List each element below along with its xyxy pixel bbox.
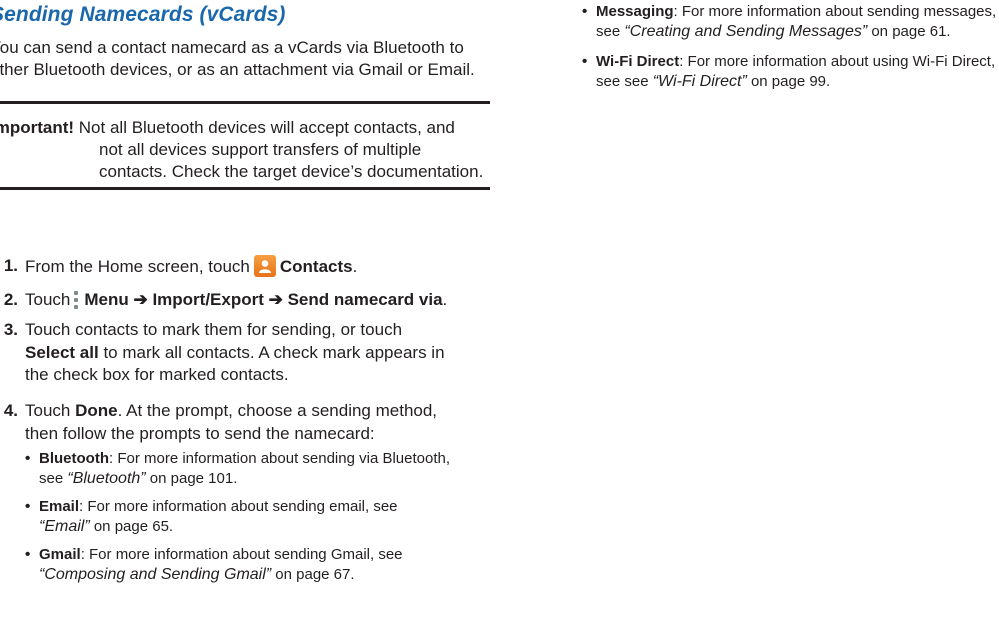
bullet-bold: Wi-Fi Direct xyxy=(596,53,680,70)
step-1: 1. From the Home screen, touch Contacts. xyxy=(4,255,485,289)
step-text-end: . xyxy=(442,290,448,309)
important-bottom-rule xyxy=(0,187,490,190)
step-bold: Contacts xyxy=(279,257,353,276)
bullet-page: on page 67. xyxy=(271,566,355,583)
step-text-end: then follow the prompts to send the name… xyxy=(25,423,375,443)
bullet-page: on page 65. xyxy=(89,518,174,535)
bullet-page: on page 61. xyxy=(867,23,951,40)
cross-reference-link[interactable]: “Creating and Sending Messages” xyxy=(624,23,867,40)
important-line-1: Important! Not all Bluetooth devices wil… xyxy=(0,117,490,139)
step-bold: Select all xyxy=(25,342,99,362)
step-text: Touch contacts to mark them for sending,… xyxy=(25,320,403,339)
bullet-dot: • xyxy=(582,53,588,70)
bullet-messaging: • Messaging: For more information about … xyxy=(582,2,999,42)
bullet-text: : For more information about sending ema… xyxy=(79,498,398,515)
step-4: 4. Touch Done. At the prompt, choose a s… xyxy=(4,400,485,585)
step-number: 3. xyxy=(3,320,18,339)
bullet-bold: Email xyxy=(39,498,80,515)
bullet-text: : For more information about using Wi-Fi… xyxy=(679,53,996,70)
step-number: 1. xyxy=(3,256,18,275)
bullet-dot: • xyxy=(25,546,31,563)
bullet-bold: Bluetooth xyxy=(39,450,109,467)
important-text-2: not all devices support transfers of mul… xyxy=(99,140,422,159)
step-3: 3. Touch contacts to mark them for sendi… xyxy=(4,319,485,400)
step-text: Touch xyxy=(25,401,71,420)
cross-reference-link[interactable]: “Composing and Sending Gmail” xyxy=(39,566,271,583)
bullet-see: see see xyxy=(596,73,649,90)
step-text: Touch xyxy=(25,290,71,309)
step-bold: Done xyxy=(75,401,118,420)
step-2: 2. Touch Menu ➔ Import/Export ➔ Send name… xyxy=(4,289,485,319)
bullet-see: see xyxy=(596,23,621,40)
step-text-cont: to mark all contacts. A check mark appea… xyxy=(98,342,445,362)
bullet-dot: • xyxy=(25,450,31,467)
important-text-1: Not all Bluetooth devices will accept co… xyxy=(78,118,455,137)
contacts-app-icon[interactable] xyxy=(253,255,276,277)
cross-reference-link[interactable]: “Wi-Fi Direct” xyxy=(653,73,747,90)
important-top-rule xyxy=(0,101,490,104)
cross-reference-link[interactable]: “Email” xyxy=(39,518,90,535)
bullet-page: on page 101. xyxy=(145,470,238,487)
intro-paragraph: You can send a contact namecard as a vCa… xyxy=(0,38,475,79)
sub-bullet-email: • Email: For more information about send… xyxy=(25,497,485,537)
bullet-dot: • xyxy=(25,498,31,515)
step-text: From the Home screen, touch xyxy=(25,257,250,276)
steps-list: 1. From the Home screen, touch Contacts . … xyxy=(4,255,485,585)
step-bold: Menu ➔ Import/Export ➔ Send namecard via xyxy=(84,290,443,309)
step-text-end: the check box for marked contacts. xyxy=(25,365,289,384)
bullet-bold: Gmail xyxy=(39,546,81,563)
important-label: Important! xyxy=(0,118,75,137)
right-column: • Messaging: For more information about … xyxy=(582,0,999,92)
step-text-end: . xyxy=(352,257,358,276)
bullet-bold: Messaging xyxy=(596,3,674,20)
sub-bullet-gmail: • Gmail: For more information about send… xyxy=(25,545,485,585)
section-heading: Sending Namecards (vCards) xyxy=(0,3,286,26)
bullet-text: : For more information about sending via… xyxy=(108,450,451,467)
bullet-wifi-direct: • Wi-Fi Direct: For more information abo… xyxy=(582,52,999,92)
bullet-dot: • xyxy=(582,3,588,20)
bullet-text: : For more information about sending mes… xyxy=(673,3,997,20)
bullet-see: see xyxy=(39,470,64,487)
step-text-cont: . At the prompt, choose a sending method… xyxy=(117,401,438,420)
cross-reference-link[interactable]: “Bluetooth” xyxy=(67,470,145,487)
menu-dots-icon[interactable] xyxy=(74,290,79,310)
important-text-3: contacts. Check the target device’s docu… xyxy=(99,162,484,181)
bullet-text: : For more information about sending Gma… xyxy=(80,546,403,563)
step-number: 4. xyxy=(3,401,18,420)
step-number: 2. xyxy=(3,290,18,309)
sub-bullet-bluetooth: • Bluetooth: For more information about … xyxy=(25,449,485,489)
bullet-page: on page 99. xyxy=(746,73,831,90)
important-note: Important! Not all Bluetooth devices wil… xyxy=(0,117,490,183)
